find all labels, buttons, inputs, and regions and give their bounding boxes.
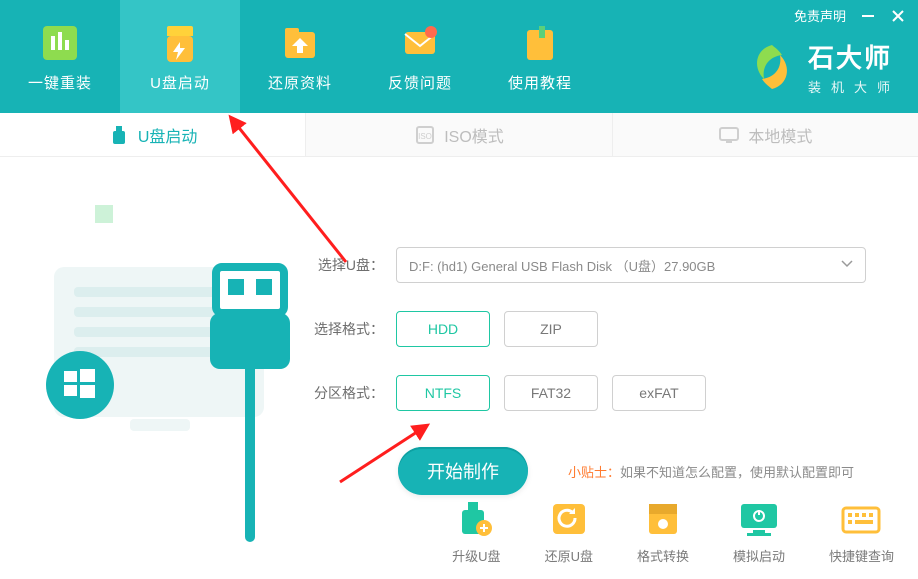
simulate-boot-icon — [737, 500, 781, 538]
tab-label: 本地模式 — [748, 123, 812, 147]
format-convert-icon — [641, 500, 685, 538]
format-opt-zip[interactable]: ZIP — [504, 311, 598, 347]
tip-text: 如果不知道怎么配置，使用默认配置即可 — [620, 465, 854, 480]
usb-boot-icon — [157, 20, 203, 66]
action-label: 格式转换 — [637, 546, 689, 565]
tip-label: 小贴士： — [568, 465, 620, 480]
brand-title: 石大师 — [808, 38, 900, 75]
start-button[interactable]: 开始制作 — [398, 447, 528, 495]
tab-label: U盘启动 — [138, 123, 198, 147]
tab-usb-boot[interactable]: U盘启动 — [0, 113, 306, 156]
disclaimer-link[interactable]: 免责声明 — [794, 6, 846, 25]
body-area: 选择U盘： D:F: (hd1) General USB Flash Disk … — [0, 157, 918, 579]
menu-tutorial[interactable]: 使用教程 — [480, 0, 600, 113]
form-area: 选择U盘： D:F: (hd1) General USB Flash Disk … — [306, 157, 918, 579]
illustration-svg — [0, 157, 306, 577]
local-icon — [718, 124, 740, 146]
action-label: 快捷键查询 — [829, 546, 894, 565]
svg-text:ISO: ISO — [418, 132, 432, 141]
brand-logo-icon — [744, 39, 800, 95]
brand: 石大师 装机大师 — [744, 38, 900, 96]
sub-tabs: U盘启动 ISO ISO模式 本地模式 — [0, 113, 918, 157]
illustration — [0, 157, 306, 579]
feedback-icon — [397, 20, 443, 66]
tab-label: ISO模式 — [444, 123, 504, 147]
top-bar: 一键重装 U盘启动 还原资料 反馈问题 使用教程 免责声 — [0, 0, 918, 113]
menu-label: U盘启动 — [150, 72, 210, 93]
select-format-label: 选择格式： — [312, 319, 384, 339]
action-hotkey-query[interactable]: 快捷键查询 — [829, 500, 894, 565]
start-row: 开始制作 小贴士：如果不知道怎么配置，使用默认配置即可 — [312, 447, 878, 495]
restore-usb-icon — [547, 500, 591, 538]
minimize-icon — [862, 10, 874, 22]
brand-text: 石大师 装机大师 — [808, 38, 900, 96]
action-label: 升级U盘 — [452, 546, 500, 565]
select-udisk-dropdown[interactable]: D:F: (hd1) General USB Flash Disk （U盘）27… — [396, 247, 866, 283]
row-select-format: 选择格式： HDD ZIP — [312, 311, 878, 347]
format-opt-hdd[interactable]: HDD — [396, 311, 490, 347]
menu-restore[interactable]: 还原资料 — [240, 0, 360, 113]
select-udisk-label: 选择U盘： — [312, 255, 384, 275]
action-format-convert[interactable]: 格式转换 — [637, 500, 689, 565]
partition-opt-exfat[interactable]: exFAT — [612, 375, 706, 411]
tutorial-icon — [517, 20, 563, 66]
action-simulate-boot[interactable]: 模拟启动 — [733, 500, 785, 565]
menu-label: 反馈问题 — [388, 72, 452, 93]
format-options: HDD ZIP — [396, 311, 598, 347]
tip: 小贴士：如果不知道怎么配置，使用默认配置即可 — [568, 462, 854, 481]
row-partition: 分区格式： NTFS FAT32 exFAT — [312, 375, 878, 411]
reinstall-icon — [37, 20, 83, 66]
partition-opt-ntfs[interactable]: NTFS — [396, 375, 490, 411]
menu-reinstall[interactable]: 一键重装 — [0, 0, 120, 113]
menu-label: 还原资料 — [268, 72, 332, 93]
partition-options: NTFS FAT32 exFAT — [396, 375, 706, 411]
partition-label: 分区格式： — [312, 383, 384, 403]
window-controls: 免责声明 — [794, 6, 906, 25]
iso-icon: ISO — [414, 124, 436, 146]
tab-iso[interactable]: ISO ISO模式 — [306, 113, 612, 156]
action-restore-usb[interactable]: 还原U盘 — [545, 500, 593, 565]
usb-small-icon — [108, 124, 130, 146]
start-button-label: 开始制作 — [427, 458, 499, 484]
chevron-down-icon — [841, 258, 853, 273]
restore-icon — [277, 20, 323, 66]
tab-local[interactable]: 本地模式 — [613, 113, 918, 156]
close-icon — [892, 10, 904, 22]
action-upgrade-usb[interactable]: 升级U盘 — [452, 500, 500, 565]
select-udisk-value: D:F: (hd1) General USB Flash Disk （U盘）27… — [409, 256, 715, 275]
row-select-udisk: 选择U盘： D:F: (hd1) General USB Flash Disk … — [312, 247, 878, 283]
minimize-button[interactable] — [860, 8, 876, 24]
bottom-actions: 升级U盘 还原U盘 格式转换 模拟启动 — [452, 500, 894, 565]
menu-feedback[interactable]: 反馈问题 — [360, 0, 480, 113]
close-button[interactable] — [890, 8, 906, 24]
action-label: 模拟启动 — [733, 546, 785, 565]
menu-label: 使用教程 — [508, 72, 572, 93]
menu-label: 一键重装 — [28, 72, 92, 93]
action-label: 还原U盘 — [545, 546, 593, 565]
main-menu: 一键重装 U盘启动 还原资料 反馈问题 使用教程 — [0, 0, 600, 113]
upgrade-usb-icon — [454, 500, 498, 538]
brand-subtitle: 装机大师 — [808, 77, 900, 96]
menu-usb-boot[interactable]: U盘启动 — [120, 0, 240, 113]
hotkey-icon — [839, 500, 883, 538]
partition-opt-fat32[interactable]: FAT32 — [504, 375, 598, 411]
